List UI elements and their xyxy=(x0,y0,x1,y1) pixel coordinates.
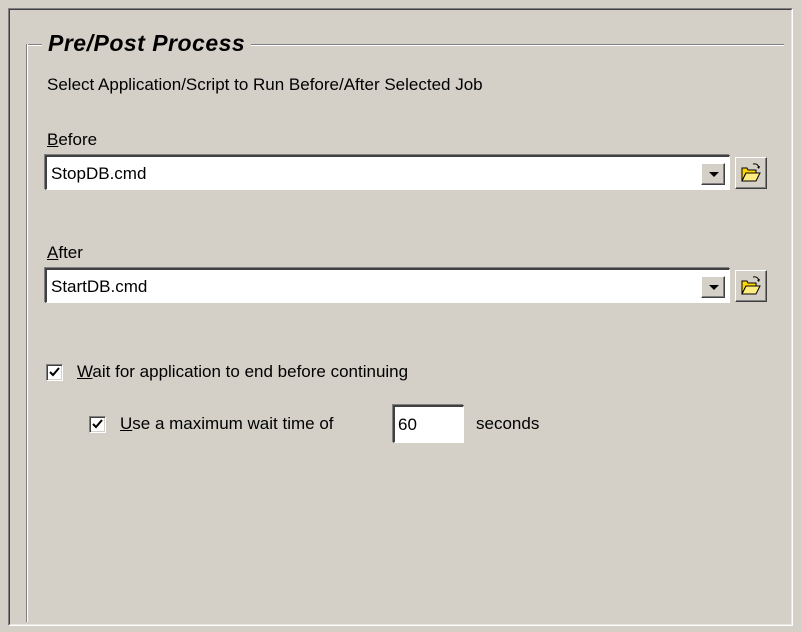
before-label-text: efore xyxy=(58,130,98,149)
after-label-text: fter xyxy=(58,243,83,262)
after-label: After xyxy=(47,242,83,264)
after-dropdown-button[interactable] xyxy=(701,276,725,298)
wait-for-end-label[interactable]: Wait for application to end before conti… xyxy=(77,361,408,383)
before-combo-value: StopDB.cmd xyxy=(51,164,147,183)
max-wait-label-text: se a maximum wait time of xyxy=(132,414,334,433)
seconds-unit-label: seconds xyxy=(476,414,540,433)
after-label-accelerator: A xyxy=(47,243,59,262)
before-label-accelerator: B xyxy=(47,130,59,149)
wait-label-accelerator: W xyxy=(77,362,93,381)
open-folder-icon xyxy=(741,276,761,295)
open-folder-icon xyxy=(741,163,761,182)
before-dropdown-button[interactable] xyxy=(701,163,725,185)
group-description: Select Application/Script to Run Before/… xyxy=(47,75,483,94)
chevron-down-icon xyxy=(709,172,719,177)
checkmark-icon xyxy=(49,367,60,377)
checkmark-icon xyxy=(92,419,103,429)
groupbox-left-edge xyxy=(26,44,28,622)
max-wait-seconds-input[interactable]: 60 xyxy=(393,405,464,443)
max-wait-label-accelerator: U xyxy=(120,414,133,433)
settings-panel-inner xyxy=(9,9,792,625)
wait-for-end-checkbox[interactable] xyxy=(46,364,63,381)
group-title: Pre/Post Process xyxy=(42,30,252,56)
max-wait-checkbox[interactable] xyxy=(89,416,106,433)
before-combo[interactable]: StopDB.cmd xyxy=(45,155,730,190)
before-browse-button[interactable] xyxy=(735,157,767,189)
after-browse-button[interactable] xyxy=(735,270,767,302)
max-wait-seconds-value: 60 xyxy=(398,415,417,434)
before-label: Before xyxy=(47,129,97,151)
chevron-down-icon xyxy=(709,285,719,290)
after-combo-value: StartDB.cmd xyxy=(51,277,148,296)
wait-label-text: ait for application to end before contin… xyxy=(92,362,409,381)
settings-panel xyxy=(8,8,793,626)
max-wait-label[interactable]: Use a maximum wait time of xyxy=(120,413,334,435)
after-combo[interactable]: StartDB.cmd xyxy=(45,268,730,303)
